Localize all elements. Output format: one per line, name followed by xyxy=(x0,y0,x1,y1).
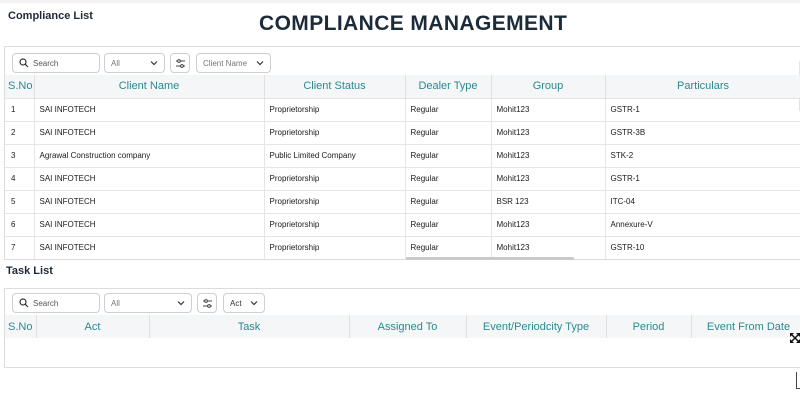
cell-client-status: Proprietorship xyxy=(264,166,406,190)
cell-sno: 2 xyxy=(5,120,35,144)
cell-group: Mohit123 xyxy=(491,235,606,259)
cell-client-name: SAI INFOTECH xyxy=(34,189,265,213)
resize-corner xyxy=(796,372,800,389)
task-toolbar: All Act xyxy=(5,293,800,315)
table-row[interactable]: 3 Agrawal Construction company Public Li… xyxy=(5,143,800,167)
cell-client-status: Proprietorship xyxy=(264,120,406,144)
cell-particulars: GSTR-1 xyxy=(605,166,800,190)
search-icon xyxy=(19,58,29,68)
cell-client-status: Proprietorship xyxy=(264,235,406,259)
column-header-assigned-to[interactable]: Assigned To xyxy=(349,315,467,338)
task-all-select-value: All xyxy=(111,298,120,308)
cell-dealer-type: Regular xyxy=(405,166,492,190)
chevron-down-icon xyxy=(250,301,258,306)
cell-client-status: Public Limited Company xyxy=(264,143,406,167)
column-header-sno[interactable]: S.No xyxy=(5,315,37,338)
task-panel: All Act S.No Act Task Assigned To Event/… xyxy=(4,288,800,368)
column-header-event-periodicity-type[interactable]: Event/Periodcity Type xyxy=(466,315,607,338)
cell-client-name: SAI INFOTECH xyxy=(34,235,265,259)
cell-particulars: STK-2 xyxy=(605,143,800,167)
cell-client-name: SAI INFOTECH xyxy=(34,97,265,121)
column-header-event-from-date[interactable]: Event From Date xyxy=(691,315,800,338)
table-row[interactable]: 5 SAI INFOTECH Proprietorship Regular BS… xyxy=(5,189,800,213)
cell-client-name: SAI INFOTECH xyxy=(34,120,265,144)
cell-sno: 3 xyxy=(5,143,35,167)
column-header-group[interactable]: Group xyxy=(491,75,606,98)
task-filter-button[interactable] xyxy=(197,293,217,313)
cell-client-name: Agrawal Construction company xyxy=(34,143,265,167)
cell-sno: 1 xyxy=(5,97,35,121)
cell-sno: 7 xyxy=(5,235,35,259)
filter-sliders-icon xyxy=(202,298,212,308)
cell-particulars: Annexure-V xyxy=(605,212,800,236)
cell-dealer-type: Regular xyxy=(405,235,492,259)
task-list-title: Task List xyxy=(6,265,53,277)
compliance-list-title: Compliance List xyxy=(8,10,93,22)
cell-particulars: ITC-04 xyxy=(605,189,800,213)
compliance-all-select[interactable]: All xyxy=(104,53,165,73)
cell-group: Mohit123 xyxy=(491,166,606,190)
column-header-client-name[interactable]: Client Name xyxy=(34,75,265,98)
cell-sno: 6 xyxy=(5,212,35,236)
search-icon xyxy=(19,298,29,308)
table-row[interactable]: 6 SAI INFOTECH Proprietorship Regular Mo… xyxy=(5,212,800,236)
top-divider xyxy=(0,0,800,3)
task-all-select[interactable]: All xyxy=(104,293,192,313)
cell-dealer-type: Regular xyxy=(405,212,492,236)
column-header-task[interactable]: Task xyxy=(149,315,350,338)
chevron-down-icon xyxy=(150,61,158,66)
cell-particulars: GSTR-1 xyxy=(605,97,800,121)
column-header-act[interactable]: Act xyxy=(36,315,150,338)
cell-client-status: Proprietorship xyxy=(264,189,406,213)
table-row[interactable]: 1 SAI INFOTECH Proprietorship Regular Mo… xyxy=(5,97,800,121)
page-banner-title: COMPLIANCE MANAGEMENT xyxy=(259,12,568,35)
cell-sno: 4 xyxy=(5,166,35,190)
compliance-filter-button[interactable] xyxy=(170,53,190,73)
compliance-toolbar: All Client Name xyxy=(5,53,800,111)
task-search-input[interactable] xyxy=(33,298,98,308)
compliance-search-input[interactable] xyxy=(33,58,98,68)
cell-dealer-type: Regular xyxy=(405,189,492,213)
cell-particulars: GSTR-3B xyxy=(605,120,800,144)
act-select[interactable]: Act xyxy=(223,293,265,313)
cell-dealer-type: Regular xyxy=(405,143,492,167)
column-header-dealer-type[interactable]: Dealer Type xyxy=(405,75,492,98)
compliance-search-box[interactable] xyxy=(12,53,100,73)
cell-client-status: Proprietorship xyxy=(264,212,406,236)
act-select-value: Act xyxy=(230,298,242,308)
cell-group: Mohit123 xyxy=(491,143,606,167)
cell-dealer-type: Regular xyxy=(405,120,492,144)
expand-arrows-icon[interactable] xyxy=(790,333,800,343)
cell-client-status: Proprietorship xyxy=(264,97,406,121)
table-row[interactable]: 2 SAI INFOTECH Proprietorship Regular Mo… xyxy=(5,120,800,144)
chevron-down-icon xyxy=(256,61,264,66)
column-header-period[interactable]: Period xyxy=(606,315,692,338)
table-row[interactable]: 4 SAI INFOTECH Proprietorship Regular Mo… xyxy=(5,166,800,190)
cell-client-name: SAI INFOTECH xyxy=(34,166,265,190)
filter-sliders-icon xyxy=(175,58,185,68)
task-table-header: S.No Act Task Assigned To Event/Periodci… xyxy=(5,315,800,338)
cell-group: Mohit123 xyxy=(491,97,606,121)
compliance-table-header: S.No Client Name Client Status Dealer Ty… xyxy=(5,75,800,98)
column-header-particulars[interactable]: Particulars xyxy=(605,75,800,98)
cell-group: Mohit123 xyxy=(491,120,606,144)
task-table: S.No Act Task Assigned To Event/Periodci… xyxy=(5,315,800,338)
cell-sno: 5 xyxy=(5,189,35,213)
cell-particulars: GSTR-10 xyxy=(605,235,800,259)
chevron-down-icon xyxy=(177,301,185,306)
cell-group: BSR 123 xyxy=(491,189,606,213)
client-name-select[interactable]: Client Name xyxy=(196,53,271,73)
horizontal-scrollbar[interactable] xyxy=(406,257,574,260)
table-row[interactable]: 7 SAI INFOTECH Proprietorship Regular Mo… xyxy=(5,235,800,259)
task-search-box[interactable] xyxy=(12,293,100,313)
column-header-client-status[interactable]: Client Status xyxy=(264,75,406,98)
column-header-sno[interactable]: S.No xyxy=(5,75,35,98)
cell-dealer-type: Regular xyxy=(405,97,492,121)
client-name-select-value: Client Name xyxy=(203,58,248,68)
compliance-panel: All Client Name S.No Client Name Client … xyxy=(4,46,800,260)
compliance-table: S.No Client Name Client Status Dealer Ty… xyxy=(5,75,800,259)
cell-group: Mohit123 xyxy=(491,212,606,236)
cell-client-name: SAI INFOTECH xyxy=(34,212,265,236)
compliance-all-select-value: All xyxy=(111,58,120,68)
